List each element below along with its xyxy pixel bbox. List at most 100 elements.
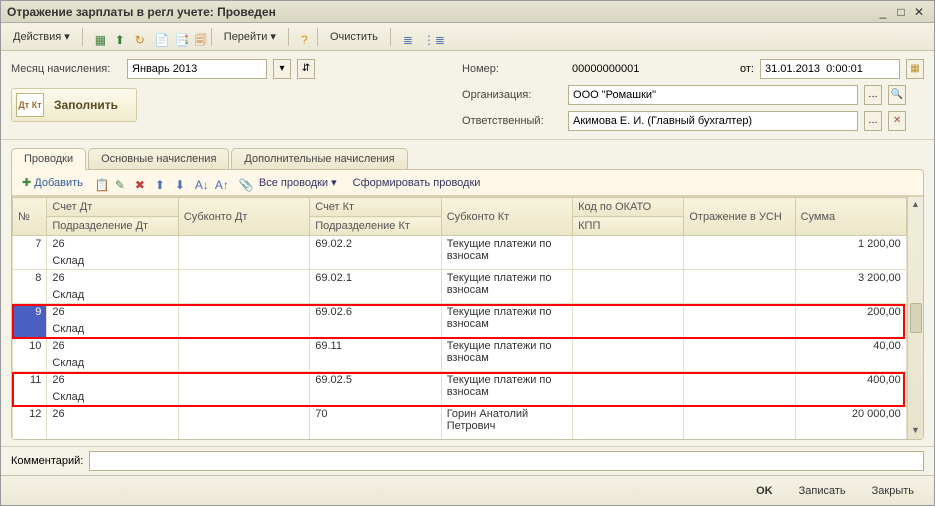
minimize-button[interactable]: _ xyxy=(874,5,892,19)
table-row[interactable]: 112669.02.5Текущие платежи по взносам400… xyxy=(13,372,923,389)
comment-input[interactable] xyxy=(89,451,924,471)
col-subk-kt[interactable]: Субконто Кт xyxy=(441,198,572,236)
cell-kpp[interactable] xyxy=(573,389,684,406)
scroll-down-icon[interactable]: ▼ xyxy=(910,425,922,437)
cell-acct-kt[interactable]: 70 xyxy=(310,406,441,423)
cell-acct-kt[interactable]: 69.02.6 xyxy=(310,304,441,321)
cell-acct-dt[interactable]: 26 xyxy=(47,236,178,253)
scroll-thumb[interactable] xyxy=(910,303,922,333)
cell-acct-dt[interactable]: 26 xyxy=(47,372,178,389)
cell-num[interactable]: 10 xyxy=(13,338,47,372)
cell-podr-dt[interactable]: Склад xyxy=(47,355,178,372)
tab-postings[interactable]: Проводки xyxy=(11,148,86,170)
cell-podr-dt[interactable]: Склад xyxy=(47,321,178,338)
generate-postings-button[interactable]: Сформировать проводки xyxy=(349,175,485,191)
cell-podr-dt[interactable]: Склад xyxy=(47,287,178,304)
cell-num[interactable]: 7 xyxy=(13,236,47,270)
cell-sum[interactable]: 40,00 xyxy=(795,338,906,372)
cell-usn[interactable] xyxy=(684,372,795,406)
cell-acct-dt[interactable]: 26 xyxy=(47,338,178,355)
cell-okato[interactable] xyxy=(573,304,684,321)
cell-num[interactable]: 9 xyxy=(13,304,47,338)
cell-subk-dt[interactable] xyxy=(178,406,309,440)
cell-subk-kt[interactable]: Текущие платежи по взносам xyxy=(441,270,572,304)
col-acct-dt[interactable]: Счет Дт xyxy=(47,198,178,217)
org-select-button[interactable]: … xyxy=(864,85,882,105)
cell-podr-kt[interactable] xyxy=(310,321,441,338)
cell-subk-dt[interactable] xyxy=(178,338,309,372)
resp-select-button[interactable]: … xyxy=(864,111,882,131)
vertical-scrollbar[interactable]: ▲ ▼ xyxy=(907,197,923,439)
date-input[interactable] xyxy=(760,59,900,79)
moveup-icon[interactable]: ⬆ xyxy=(151,175,167,191)
insert-icon[interactable]: 📋 xyxy=(91,175,107,191)
cell-kpp[interactable] xyxy=(573,321,684,338)
tab-main-accruals[interactable]: Основные начисления xyxy=(88,148,229,170)
settings1-icon[interactable]: ≣ xyxy=(397,29,413,45)
month-dropdown-button[interactable]: ▾ xyxy=(273,59,291,79)
col-okato[interactable]: Код по ОКАТО xyxy=(573,198,684,217)
doc1-icon[interactable]: 📄 xyxy=(149,29,165,45)
col-podr-dt[interactable]: Подразделение Дт xyxy=(47,217,178,236)
movedown-icon[interactable]: ⬇ xyxy=(171,175,187,191)
cell-sum[interactable]: 1 200,00 xyxy=(795,236,906,270)
maximize-button[interactable]: □ xyxy=(892,5,910,19)
cell-acct-kt[interactable]: 69.02.2 xyxy=(310,236,441,253)
doc2-icon[interactable]: 📑 xyxy=(169,29,185,45)
cell-sum[interactable]: 200,00 xyxy=(795,304,906,338)
resp-input[interactable] xyxy=(568,111,858,131)
post-icon[interactable]: ⬆ xyxy=(109,29,125,45)
edit-icon[interactable]: ✎ xyxy=(111,175,127,191)
cell-usn[interactable] xyxy=(684,406,795,440)
table-row[interactable]: 102669.11Текущие платежи по взносам40,00 xyxy=(13,338,923,355)
cell-okato[interactable] xyxy=(573,406,684,423)
cell-okato[interactable] xyxy=(573,372,684,389)
sortasc-icon[interactable]: A↓ xyxy=(191,175,207,191)
goto-menu[interactable]: Перейти ▾ xyxy=(218,27,282,46)
org-input[interactable] xyxy=(568,85,858,105)
calendar-icon[interactable]: ▦ xyxy=(906,59,924,79)
table-row[interactable]: 82669.02.1Текущие платежи по взносам3 20… xyxy=(13,270,923,287)
cell-acct-kt[interactable]: 69.02.5 xyxy=(310,372,441,389)
col-subk-dt[interactable]: Субконто Дт xyxy=(178,198,309,236)
cell-subk-kt[interactable]: Текущие платежи по взносам xyxy=(441,372,572,406)
col-num[interactable]: № xyxy=(13,198,47,236)
refresh-icon[interactable]: ↻ xyxy=(129,29,145,45)
postings-grid[interactable]: № Счет Дт Субконто Дт Счет Кт Субконто К… xyxy=(12,197,923,439)
month-stepper-button[interactable]: ⇵ xyxy=(297,59,315,79)
cell-acct-dt[interactable]: 26 xyxy=(47,270,178,287)
cell-usn[interactable] xyxy=(684,304,795,338)
sortdesc-icon[interactable]: A↑ xyxy=(211,175,227,191)
cell-podr-kt[interactable] xyxy=(310,287,441,304)
cell-acct-kt[interactable]: 69.02.1 xyxy=(310,270,441,287)
cell-subk-kt[interactable]: Текущие платежи по взносам xyxy=(441,304,572,338)
doc3-icon[interactable]: 🗐 xyxy=(189,29,205,45)
cell-okato[interactable] xyxy=(573,338,684,355)
cell-subk-kt[interactable]: Горин Анатолий Петрович xyxy=(441,406,572,440)
month-input[interactable] xyxy=(127,59,267,79)
delete-icon[interactable]: ✖ xyxy=(131,175,147,191)
cell-acct-dt[interactable]: 26 xyxy=(47,406,178,423)
cell-sum[interactable]: 3 200,00 xyxy=(795,270,906,304)
cell-podr-kt[interactable] xyxy=(310,423,441,440)
col-usn[interactable]: Отражение в УСН xyxy=(684,198,795,236)
cell-kpp[interactable] xyxy=(573,253,684,270)
cell-subk-kt[interactable]: Текущие платежи по взносам xyxy=(441,338,572,372)
close-form-button[interactable]: Закрыть xyxy=(866,482,920,500)
cell-num[interactable]: 8 xyxy=(13,270,47,304)
col-summa[interactable]: Сумма xyxy=(795,198,906,236)
help-icon[interactable]: ? xyxy=(295,29,311,45)
table-row[interactable]: 92669.02.6Текущие платежи по взносам200,… xyxy=(13,304,923,321)
settings2-icon[interactable]: ⋮≣ xyxy=(417,29,433,45)
cell-podr-dt[interactable]: Склад xyxy=(47,389,178,406)
cell-podr-kt[interactable] xyxy=(310,253,441,270)
cell-subk-kt[interactable]: Текущие платежи по взносам xyxy=(441,236,572,270)
tab-additional-accruals[interactable]: Дополнительные начисления xyxy=(231,148,407,170)
resp-clear-button[interactable]: ✕ xyxy=(888,111,906,131)
cell-podr-kt[interactable] xyxy=(310,355,441,372)
col-kpp[interactable]: КПП xyxy=(573,217,684,236)
cell-subk-dt[interactable] xyxy=(178,270,309,304)
col-acct-kt[interactable]: Счет Кт xyxy=(310,198,441,217)
cell-podr-dt[interactable] xyxy=(47,423,178,440)
cell-podr-kt[interactable] xyxy=(310,389,441,406)
